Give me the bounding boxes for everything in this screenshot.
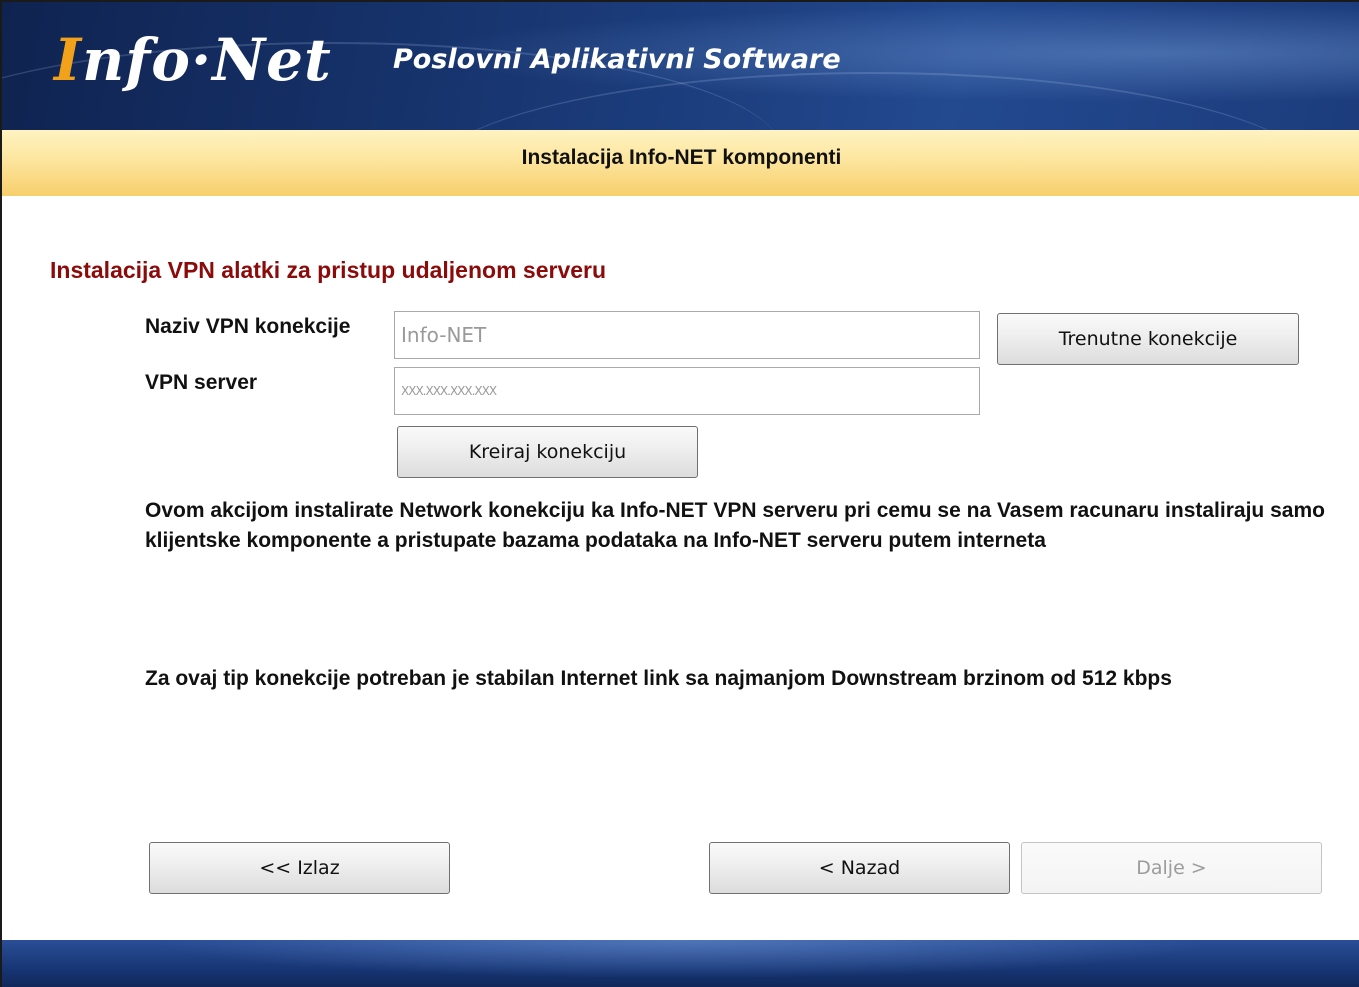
logo-text: nfo·Net: [82, 26, 332, 94]
header-tagline: Poslovni Aplikativni Software: [393, 44, 841, 75]
info-net-logo: Info·Net: [54, 20, 332, 100]
installer-window: Info·Net Poslovni Aplikativni Software I…: [0, 0, 1359, 987]
vpn-server-label: VPN server: [145, 371, 258, 394]
logo-initial: I: [54, 26, 83, 94]
footer-band: [2, 940, 1359, 987]
requirement-text: Za ovaj tip konekcije potreban je stabil…: [145, 667, 1172, 690]
subtitle-band: Instalacija Info-NET komponenti: [2, 130, 1359, 196]
vpn-name-input[interactable]: [394, 311, 980, 359]
create-connection-button[interactable]: Kreiraj konekciju: [397, 426, 698, 478]
exit-button[interactable]: << Izlaz: [149, 842, 450, 894]
current-connections-button[interactable]: Trenutne konekcije: [997, 313, 1299, 365]
vpn-name-label: Naziv VPN konekcije: [145, 315, 351, 338]
description-text: Ovom akcijom instalirate Network konekci…: [145, 499, 1325, 552]
header-banner: Info·Net Poslovni Aplikativni Software: [2, 2, 1359, 130]
vpn-server-input[interactable]: [394, 367, 980, 415]
page-subtitle: Instalacija Info-NET komponenti: [521, 146, 842, 169]
section-title: Instalacija VPN alatki za pristup udalje…: [50, 257, 607, 283]
next-button[interactable]: Dalje >: [1021, 842, 1322, 894]
back-button[interactable]: < Nazad: [709, 842, 1010, 894]
